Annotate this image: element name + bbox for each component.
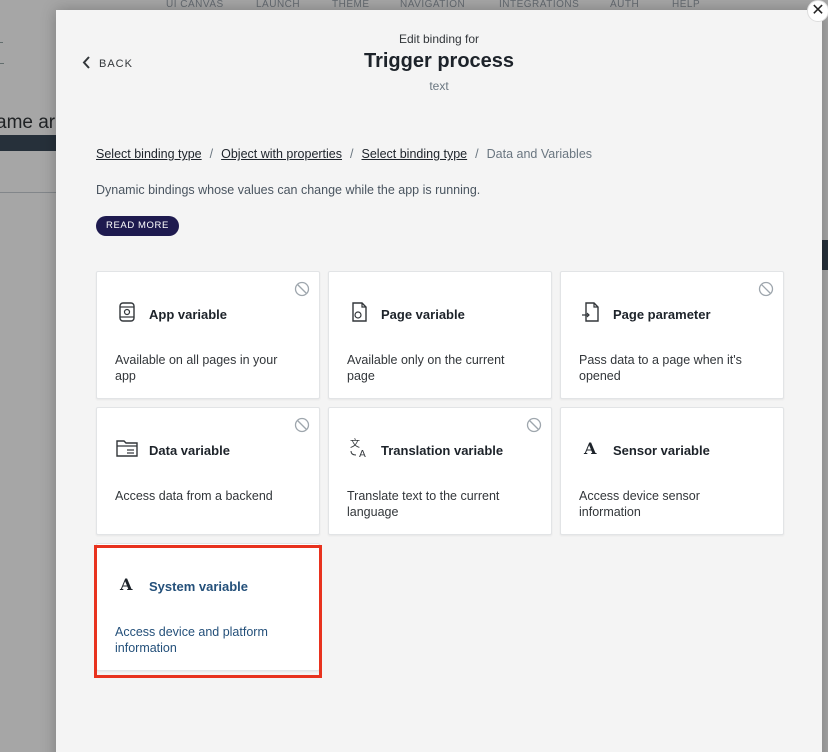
breadcrumb: Select binding type / Object with proper… — [96, 147, 592, 161]
binding-modal: BACK Edit binding for Trigger process te… — [56, 0, 828, 752]
page-variable-icon — [347, 300, 371, 324]
card-title: Sensor variable — [613, 443, 710, 458]
section-description: Dynamic bindings whose values can change… — [96, 183, 481, 197]
app-variable-icon — [115, 300, 139, 324]
modal-header: Edit binding for Trigger process text — [56, 32, 822, 93]
data-variable-icon — [115, 436, 139, 460]
card-page-variable[interactable]: Page variable Available only on the curr… — [328, 271, 552, 399]
card-page-parameter[interactable]: Page parameter Pass data to a page when … — [560, 271, 784, 399]
card-description: Access device sensor information — [579, 489, 700, 519]
card-title: App variable — [149, 307, 228, 322]
card-title: Page variable — [381, 307, 465, 322]
sensor-variable-icon: A — [579, 436, 603, 460]
card-description: Pass data to a page when it's opened — [579, 353, 742, 383]
breadcrumb-separator: / — [209, 147, 214, 161]
card-app-variable[interactable]: App variable Available on all pages in y… — [96, 271, 320, 399]
selection-highlight — [94, 545, 322, 678]
breadcrumb-select-binding-type[interactable]: Select binding type — [96, 147, 202, 161]
card-translation-variable[interactable]: 文A Translation variable Translate text t… — [328, 407, 552, 535]
translation-icon: 文A — [347, 436, 371, 460]
card-description: Translate text to the current language — [347, 489, 500, 519]
card-title: Data variable — [149, 443, 230, 458]
svg-text:A: A — [583, 439, 597, 458]
property-kind: text — [429, 79, 449, 93]
read-more-button[interactable]: READ MORE — [96, 216, 179, 236]
breadcrumb-separator: / — [475, 147, 479, 161]
card-description: Available only on the current page — [347, 353, 505, 383]
breadcrumb-current: Data and Variables — [486, 147, 593, 161]
card-description: Available on all pages in your app — [115, 353, 278, 383]
disabled-icon — [294, 417, 310, 433]
card-title: Translation variable — [381, 443, 504, 458]
modal-subtitle: Edit binding for — [398, 32, 480, 46]
page-parameter-icon — [579, 300, 603, 324]
breadcrumb-select-binding-type-2[interactable]: Select binding type — [362, 147, 468, 161]
disabled-icon — [526, 417, 542, 433]
card-data-variable[interactable]: Data variable Access data from a backend — [96, 407, 320, 535]
binding-type-grid: App variable Available on all pages in y… — [94, 271, 786, 691]
disabled-icon — [758, 281, 774, 297]
close-icon[interactable]: ✕ — [807, 0, 828, 22]
card-description: Access data from a backend — [115, 489, 273, 503]
modal-title: Trigger process — [363, 50, 515, 72]
breadcrumb-object-with-properties[interactable]: Object with properties — [221, 147, 342, 161]
svg-text:A: A — [359, 449, 366, 459]
card-title: Page parameter — [613, 307, 711, 322]
disabled-icon — [294, 281, 310, 297]
card-sensor-variable[interactable]: A Sensor variable Access device sensor i… — [560, 407, 784, 535]
breadcrumb-separator: / — [350, 147, 354, 161]
